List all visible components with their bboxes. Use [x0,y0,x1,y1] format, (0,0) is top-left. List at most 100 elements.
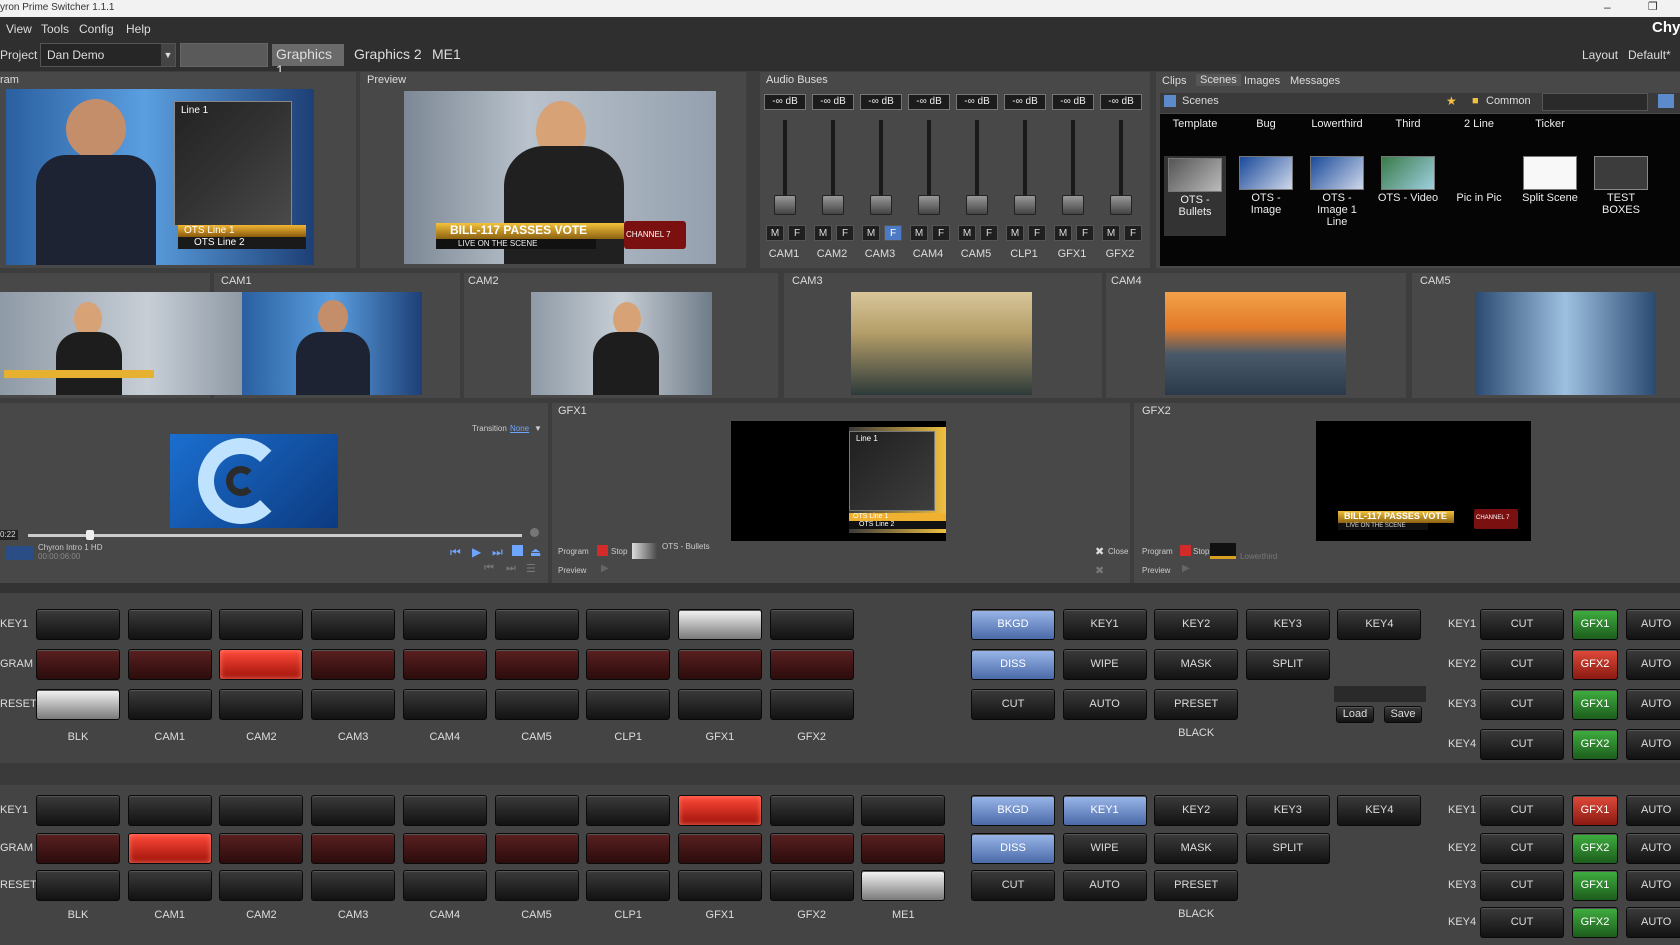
source-button[interactable] [861,870,946,901]
source-button[interactable] [311,870,396,901]
loop-icon[interactable] [530,528,539,537]
follow-button[interactable]: F [1076,225,1094,241]
step-forward-icon[interactable]: ⏭ [506,562,516,575]
source-button[interactable] [127,795,212,826]
menu-view[interactable]: View [6,22,32,36]
menu-tools[interactable]: Tools [41,22,69,36]
source-button[interactable] [311,649,396,680]
mute-button[interactable]: M [910,225,928,241]
multiview-video[interactable] [1165,292,1346,395]
transition-button[interactable]: DISS [971,649,1055,680]
source-button[interactable] [402,609,487,640]
transition-button[interactable]: BKGD [971,795,1055,826]
scene-label[interactable]: Bug [1235,118,1297,130]
scene-card[interactable]: OTS - Image 1 Line [1306,156,1368,228]
source-button[interactable] [586,795,671,826]
key-cut-button[interactable]: CUT [1480,729,1564,760]
tab-graphics-1[interactable]: Graphics 1 [272,44,344,78]
source-button[interactable] [36,609,120,640]
key-auto-button[interactable]: AUTO [1626,689,1680,720]
view-options-icon[interactable] [1658,94,1674,108]
source-button[interactable] [586,609,671,640]
source-button[interactable] [861,833,946,864]
source-button[interactable] [494,609,579,640]
source-button[interactable] [127,609,212,640]
source-button[interactable] [494,833,579,864]
mute-button[interactable]: M [958,225,976,241]
source-button[interactable] [402,870,487,901]
transition-button[interactable]: WIPE [1062,833,1147,864]
source-button[interactable] [677,833,762,864]
transition-button[interactable]: KEY3 [1245,609,1330,640]
scene-card[interactable]: OTS - Bullets [1164,156,1226,236]
key-auto-button[interactable]: AUTO [1626,870,1680,901]
source-button[interactable] [769,689,854,720]
stop-icon[interactable] [597,545,608,556]
source-button[interactable] [219,833,304,864]
multiview-video[interactable] [531,292,712,395]
transition-button[interactable]: KEY2 [1154,795,1239,826]
scene-label[interactable]: Template [1164,118,1226,130]
source-button[interactable] [586,833,671,864]
follow-button[interactable]: F [836,225,854,241]
source-button[interactable] [402,833,487,864]
source-button[interactable] [127,833,212,864]
key-cut-button[interactable]: CUT [1480,689,1564,720]
key-source-button[interactable]: GFX2 [1572,649,1618,680]
transition-button[interactable]: SPLIT [1245,649,1330,680]
gfx2-stop-label[interactable]: Stop [1193,547,1209,556]
key-auto-button[interactable]: AUTO [1626,833,1680,864]
play-icon[interactable]: ▶ [1182,563,1190,574]
scene-label[interactable]: Third [1377,118,1439,130]
key-source-button[interactable]: GFX1 [1572,689,1618,720]
play-icon[interactable]: ▶ [601,563,609,574]
source-button[interactable] [677,870,762,901]
stop-icon[interactable] [1180,545,1191,556]
project-select[interactable]: Dan Demo ▼ [40,43,176,67]
key-source-button[interactable]: GFX1 [1572,609,1618,640]
transition-button[interactable]: KEY2 [1154,609,1239,640]
source-button[interactable] [586,649,671,680]
load-button[interactable]: Load [1336,706,1374,723]
audio-fader-knob[interactable] [870,195,892,215]
source-button[interactable] [219,609,304,640]
eject-icon[interactable]: ⏏ [530,545,541,559]
source-button[interactable] [311,609,396,640]
scene-card[interactable]: Split Scene [1519,156,1581,204]
key-cut-button[interactable]: CUT [1480,870,1564,901]
follow-button[interactable]: F [980,225,998,241]
gfx1-stop-label[interactable]: Stop [611,547,627,556]
source-button[interactable] [586,689,671,720]
key-cut-button[interactable]: CUT [1480,907,1564,938]
gfx1-close-label[interactable]: Close [1108,547,1128,556]
scrubber-handle[interactable] [86,530,94,540]
mute-button[interactable]: M [1006,225,1024,241]
scene-card[interactable]: OTS - Video [1377,156,1439,204]
source-button[interactable] [769,795,854,826]
mute-button[interactable]: M [1054,225,1072,241]
multiview-video[interactable] [1475,292,1656,395]
transition-button[interactable]: AUTO [1062,689,1147,720]
source-button[interactable] [402,649,487,680]
key-cut-button[interactable]: CUT [1480,609,1564,640]
preset-name-field[interactable] [1334,686,1426,702]
tab-messages[interactable]: Messages [1290,75,1340,87]
key-cut-button[interactable]: CUT [1480,795,1564,826]
mute-button[interactable]: M [862,225,880,241]
key-auto-button[interactable]: AUTO [1626,649,1680,680]
transition-button[interactable]: AUTO [1062,870,1147,901]
audio-fader-knob[interactable] [1110,195,1132,215]
layout-select[interactable]: Default* [1628,48,1671,62]
source-button[interactable] [769,609,854,640]
source-button[interactable] [402,795,487,826]
source-button[interactable] [402,689,487,720]
library-search-input[interactable] [1542,93,1648,111]
key-source-button[interactable]: GFX2 [1572,833,1618,864]
source-button[interactable] [219,649,304,680]
source-button[interactable] [311,689,396,720]
source-button[interactable] [127,870,212,901]
play-icon[interactable]: ▶ [472,545,481,559]
menu-help[interactable]: Help [126,22,151,36]
chevron-down-icon[interactable]: ▼ [161,44,175,66]
tab-me1[interactable]: ME1 [428,44,465,66]
